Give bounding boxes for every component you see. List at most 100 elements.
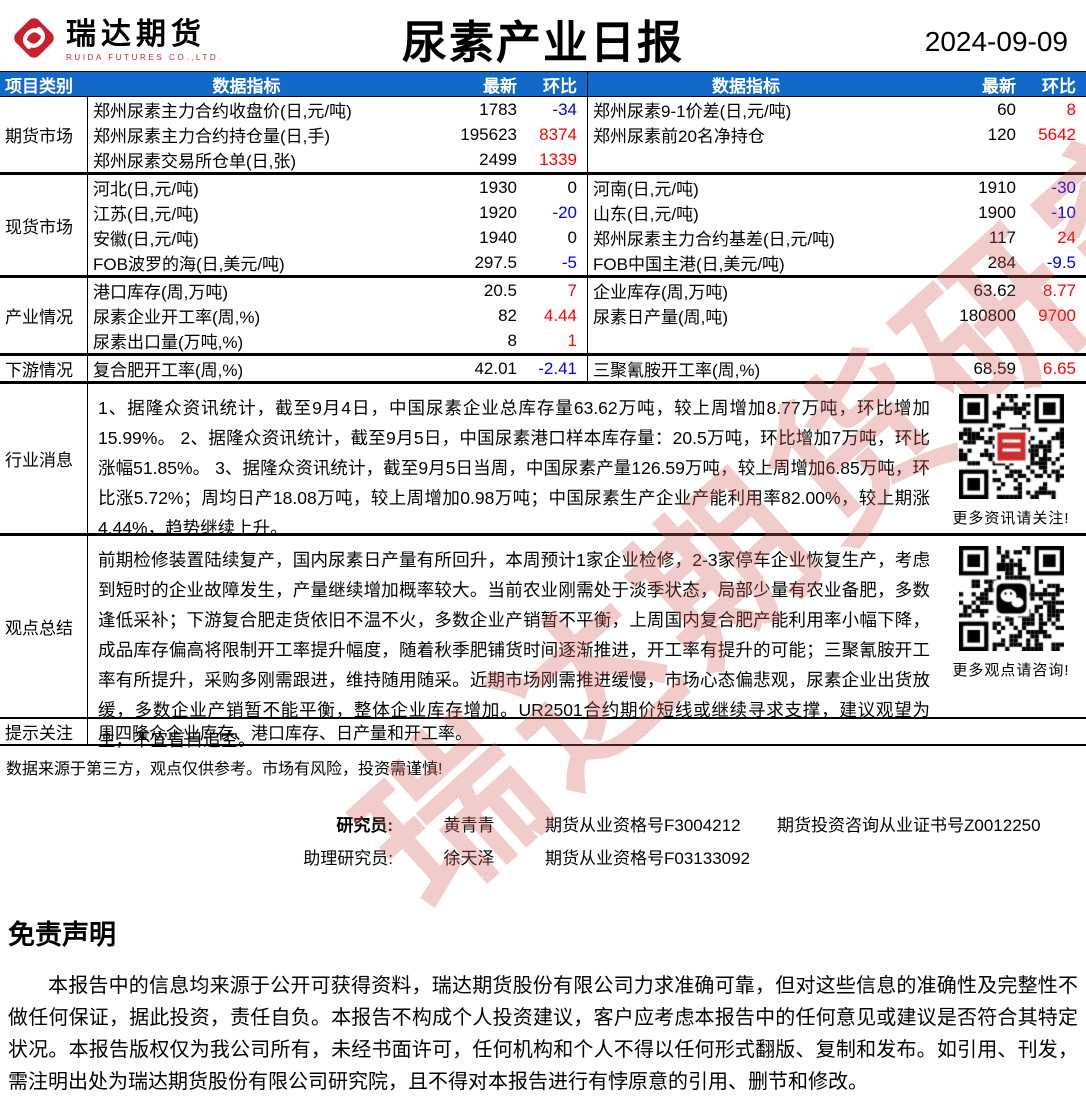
researcher-row: 助理研究员: 徐天泽 期货从业资格号F03133092 (275, 840, 1086, 873)
change-value: -9.5 (1046, 252, 1076, 272)
researcher-label: 研究员: (336, 816, 393, 835)
section-spot-market: 现货市场 河北(日,元/吨) 1930 0 河南(日,元/吨) 1910 -30… (0, 172, 1086, 275)
change-value: 8.77 (1042, 280, 1076, 300)
table-row: 尿素企业开工率(周,%) 82 4.44 尿素日产量(周,吨) 180800 9… (88, 303, 1086, 328)
section-category: 期货市场 (0, 97, 88, 172)
table-row: 复合肥开工率(周,%) 42.01 -2.41 三聚氰胺开工率(周,%) 68.… (88, 356, 1086, 381)
latest-value: 1910 (978, 177, 1016, 197)
latest-value: 120 (987, 124, 1016, 144)
col-header-indicator: 数据指标 (712, 76, 780, 96)
change-value: -20 (552, 202, 577, 222)
table-row: 尿素出口量(万吨,%) 8 1 (88, 328, 1086, 353)
researchers-block: 研究员: 黄青青 期货从业资格号F3004212 期货投资咨询从业证书号Z001… (275, 807, 1086, 873)
table-row: 郑州尿素主力合约收盘价(日,元/吨) 1783 -34 郑州尿素9-1价差(日,… (88, 97, 1086, 122)
change-value: -30 (1051, 177, 1076, 197)
indicator-name: 郑州尿素主力合约收盘价(日,元/吨) (93, 102, 352, 121)
section-futures-market: 期货市场 郑州尿素主力合约收盘价(日,元/吨) 1783 -34 郑州尿素9-1… (0, 97, 1086, 172)
summary-qr-block: 更多观点请咨询! (936, 536, 1086, 717)
table-row: FOB波罗的海(日,美元/吨) 297.5 -5 FOB中国主港(日,美元/吨)… (88, 250, 1086, 275)
indicator-name: 复合肥开工率(周,%) (93, 361, 244, 380)
summary-qr-caption: 更多观点请咨询! (952, 662, 1070, 679)
indicator-name: 河南(日,元/吨) (593, 180, 699, 199)
col-header-change: 环比 (543, 76, 577, 96)
change-value: 8 (1066, 99, 1076, 119)
indicator-name: 三聚氰胺开工率(周,%) (593, 361, 761, 380)
disclaimer-title: 免责声明 (8, 920, 116, 950)
change-value: -34 (552, 99, 577, 119)
indicator-name: 安徽(日,元/吨) (93, 230, 199, 249)
page-header: 瑞达期货 RUIDA FUTURES CO.,LTD. 尿素产业日报 2024-… (0, 0, 1086, 71)
news-qr-block: 更多资讯请关注! (936, 384, 1086, 533)
indicator-name: FOB中国主港(日,美元/吨) (593, 255, 785, 274)
col-header-latest: 最新 (483, 76, 517, 96)
change-value: 1339 (539, 149, 577, 169)
section-downstream: 下游情况 复合肥开工率(周,%) 42.01 -2.41 三聚氰胺开工率(周,%… (0, 353, 1086, 381)
latest-value: 195623 (460, 124, 517, 144)
indicator-name: 港口库存(周,万吨) (93, 283, 229, 302)
latest-value: 284 (987, 252, 1016, 272)
table-row: 安徽(日,元/吨) 1940 0 郑州尿素主力合约基差(日,元/吨) 117 2… (88, 225, 1086, 250)
indicator-name: 郑州尿素前20名净持仓 (593, 127, 765, 146)
latest-value: 1940 (479, 227, 517, 247)
change-value: -5 (561, 252, 577, 272)
latest-value: 1783 (479, 99, 517, 119)
report-date: 2024-09-09 (924, 26, 1068, 57)
researcher-cert: 期货从业资格号F03133092 (545, 849, 751, 868)
section-category: 提示关注 (0, 719, 88, 744)
change-value: 8374 (539, 124, 577, 144)
report-table: 项目类别 数据指标 最新 环比 数据指标 最新 环比 期货市场 郑州尿素主力合约… (0, 71, 1086, 750)
section-category: 行业消息 (0, 384, 88, 533)
section-category: 产业情况 (0, 278, 88, 353)
change-value: 6.65 (1042, 358, 1076, 378)
latest-value: 20.5 (483, 280, 517, 300)
section-industry: 产业情况 港口库存(周,万吨) 20.5 7 企业库存(周,万吨) 63.62 … (0, 275, 1086, 353)
latest-value: 8 (507, 330, 517, 350)
change-value: 0 (567, 177, 577, 197)
latest-value: 60 (997, 99, 1016, 119)
viewpoint-summary-text: 前期检修装置陆续复产，国内尿素日产量有所回升，本周预计1家企业检修，2-3家停车… (98, 550, 930, 750)
data-source-note: 数据来源于第三方，观点仅供参考。市场有风险，投资需谨慎! (6, 761, 443, 778)
indicator-name: 尿素日产量(周,吨) (593, 308, 729, 327)
researcher-label: 助理研究员: (303, 849, 393, 868)
latest-value: 1900 (978, 202, 1016, 222)
indicator-name: 郑州尿素9-1价差(日,元/吨) (593, 102, 792, 121)
table-row: 港口库存(周,万吨) 20.5 7 企业库存(周,万吨) 63.62 8.77 (88, 278, 1086, 303)
indicator-name: 尿素出口量(万吨,%) (93, 333, 244, 352)
section-category: 观点总结 (0, 536, 88, 717)
researcher-row: 研究员: 黄青青 期货从业资格号F3004212 期货投资咨询从业证书号Z001… (275, 807, 1086, 840)
researcher-cert: 期货从业资格号F3004212 (545, 816, 741, 835)
industry-news-text: 1、据隆众资讯统计，截至9月4日，中国尿素企业总库存量63.62万吨，较上周增加… (98, 398, 930, 538)
researcher-name: 徐天泽 (443, 849, 495, 868)
page-title: 尿素产业日报 (401, 17, 684, 68)
indicator-name: FOB波罗的海(日,美元/吨) (93, 255, 285, 274)
latest-value: 2499 (479, 149, 517, 169)
change-value: 5642 (1038, 124, 1076, 144)
latest-value: 42.01 (474, 358, 517, 378)
section-category: 现货市场 (0, 175, 88, 275)
table-row: 河北(日,元/吨) 1930 0 河南(日,元/吨) 1910 -30 (88, 175, 1086, 200)
researcher-extra-cert: 期货投资咨询从业证书号Z0012250 (777, 816, 1041, 835)
change-value: 4.44 (543, 305, 577, 325)
indicator-name: 尿素企业开工率(周,%) (93, 308, 261, 327)
watch-notice-text: 周四隆众企业库存、港口库存、日产量和开工率。 (98, 724, 472, 743)
news-qr-caption: 更多资讯请关注! (952, 510, 1070, 527)
indicator-name: 郑州尿素交易所仓单(日,张) (93, 152, 297, 171)
change-value: 9700 (1038, 305, 1076, 325)
table-row: 郑州尿素主力合约持仓量(日,手) 195623 8374 郑州尿素前20名净持仓… (88, 122, 1086, 147)
indicator-name: 企业库存(周,万吨) (593, 283, 729, 302)
indicator-name: 郑州尿素主力合约持仓量(日,手) (93, 127, 331, 146)
change-value: -2.41 (538, 358, 577, 378)
latest-value: 68.59 (973, 358, 1016, 378)
summary-qr-code (958, 546, 1064, 651)
table-row: 郑州尿素交易所仓单(日,张) 2499 1339 (88, 147, 1086, 172)
col-header-latest: 最新 (982, 76, 1016, 96)
latest-value: 180800 (959, 305, 1016, 325)
indicator-name: 河北(日,元/吨) (93, 180, 199, 199)
col-header-category: 项目类别 (5, 76, 73, 96)
indicator-name: 山东(日,元/吨) (593, 205, 699, 224)
news-qr-code (958, 394, 1064, 499)
section-industry-news: 行业消息 1、据隆众资讯统计，截至9月4日，中国尿素企业总库存量63.62万吨，… (0, 381, 1086, 538)
table-header-row: 项目类别 数据指标 最新 环比 数据指标 最新 环比 (0, 71, 1086, 97)
change-value: -10 (1051, 202, 1076, 222)
indicator-name: 郑州尿素主力合约基差(日,元/吨) (593, 230, 835, 249)
